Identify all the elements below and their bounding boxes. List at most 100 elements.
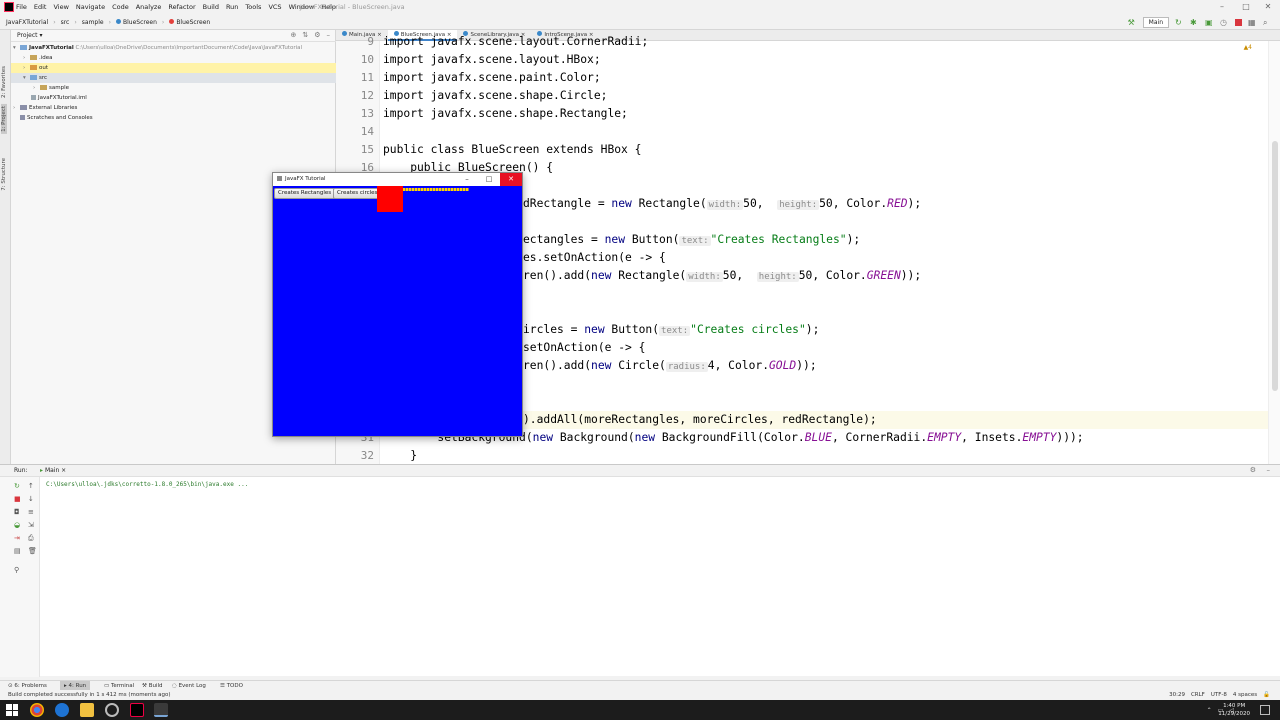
rerun-icon[interactable]: ↻	[1175, 18, 1184, 27]
menu-code[interactable]: Code	[112, 0, 129, 14]
debug-icon[interactable]: ✱	[1190, 18, 1199, 27]
tree-item-out[interactable]: › out	[11, 63, 336, 73]
exit-icon[interactable]: ⇥	[14, 535, 22, 542]
breadcrumb-class-file[interactable]: BlueScreen	[116, 18, 157, 26]
run-tab-main[interactable]: ▸ Main ×	[36, 466, 70, 476]
search-icon[interactable]: ⌕	[1263, 18, 1272, 27]
editor-scrollbar[interactable]	[1268, 41, 1280, 464]
chrome-icon[interactable]	[30, 703, 44, 717]
window-title: JavaFXTutorial - BlueScreen.java	[300, 3, 405, 11]
settings-icon[interactable]: ⚙	[314, 31, 320, 39]
menu-run[interactable]: Run	[226, 0, 238, 14]
file-encoding[interactable]: UTF-8	[1211, 690, 1227, 700]
menu-view[interactable]: View	[53, 0, 68, 14]
notifications-icon[interactable]	[1260, 705, 1270, 715]
project-tab[interactable]: 1: Project	[1, 104, 7, 134]
project-structure-icon[interactable]: ▦	[1248, 18, 1257, 27]
lock-icon[interactable]: 🔓	[1263, 690, 1270, 700]
pin-icon[interactable]: ⚲	[14, 567, 22, 574]
tree-item-project-root[interactable]: ▾ JavaFXTutorial C:\Users\ulloa\OneDrive\…	[13, 43, 302, 53]
arrow-down-icon[interactable]: ↓	[28, 496, 36, 503]
creates-circles-button[interactable]: Creates circles	[333, 188, 382, 199]
fx-close-icon[interactable]: ✕	[500, 173, 522, 186]
breadcrumb-src[interactable]: src	[61, 19, 70, 26]
collapse-all-icon[interactable]: ⇅	[302, 31, 308, 39]
arrow-up-icon[interactable]: ↑	[28, 483, 36, 490]
soft-wrap-icon[interactable]: ≡	[28, 509, 36, 516]
tree-item-sample[interactable]: › sample	[33, 83, 69, 93]
favorites-tab[interactable]: 2: Favorites	[1, 66, 7, 98]
hide-icon[interactable]: –	[1267, 466, 1271, 474]
breadcrumb-project[interactable]: JavaFXTutorial	[6, 19, 48, 26]
maximize-icon[interactable]: □	[1234, 0, 1258, 14]
breadcrumb-method-label: BlueScreen	[176, 18, 211, 26]
caret-position[interactable]: 30:29	[1169, 690, 1185, 700]
layout-icon[interactable]: ▤	[14, 548, 22, 555]
tree-item-src[interactable]: ▾ src	[11, 73, 336, 83]
stop-icon[interactable]	[1235, 18, 1242, 26]
file-explorer-icon[interactable]	[80, 703, 94, 717]
system-clock[interactable]: 1:40 PM 11/29/2020	[1218, 702, 1250, 718]
tree-item-label: out	[39, 65, 49, 71]
chevron-up-icon[interactable]: ⌃	[1207, 707, 1212, 714]
java-app-taskbar-icon[interactable]	[154, 703, 168, 717]
javafx-app-window[interactable]: JavaFX Tutorial – □ ✕ Creates Rectangles…	[272, 172, 523, 437]
code-token: )));	[1056, 431, 1084, 444]
indent-setting[interactable]: 4 spaces	[1233, 690, 1257, 700]
menu-edit[interactable]: Edit	[34, 0, 47, 14]
javafx-title-bar[interactable]: JavaFX Tutorial – □ ✕	[273, 173, 522, 186]
chevron-right-icon: ›	[13, 105, 16, 111]
tree-item-external-libraries[interactable]: › External Libraries	[13, 103, 77, 113]
tree-item-iml[interactable]: JavaFXTutorial.iml	[31, 93, 87, 103]
menu-vcs[interactable]: VCS	[268, 0, 281, 14]
tab-main-java[interactable]: Main.java ×	[336, 30, 388, 41]
code-keyword: new	[611, 197, 632, 210]
code-line-30: ).addAll(moreRectangles, moreCircles, re…	[523, 413, 877, 426]
tree-item-label: src	[39, 75, 48, 81]
run-panel-toolbar: ↻ ↑ ■ ↓ ◘ ≡ ◒ ⇲ ⇥ ⎙ ▤ 🗑 ⚲	[0, 477, 40, 677]
code-line-22: ren().add(new Rectangle(width: 50, height…	[523, 269, 921, 282]
settings-icon[interactable]: ⚙	[1250, 466, 1256, 474]
obs-icon[interactable]	[105, 703, 119, 717]
menu-navigate[interactable]: Navigate	[76, 0, 105, 14]
windows-start-icon[interactable]	[6, 704, 18, 716]
run-panel: Run: ▸ Main × ⚙ – ↻ ↑ ■ ↓ ◘ ≡ ◒ ⇲ ⇥ ⎙ ▤ …	[0, 464, 1280, 677]
chevron-right-icon: ›	[108, 18, 111, 26]
line-separator[interactable]: CRLF	[1191, 690, 1205, 700]
minimize-icon[interactable]: –	[1210, 0, 1234, 14]
camera-icon[interactable]: ◘	[14, 509, 22, 516]
tree-item-idea[interactable]: › .idea	[23, 53, 53, 63]
scroll-to-end-icon[interactable]: ⇲	[28, 522, 36, 529]
locate-icon[interactable]: ⊕	[290, 31, 296, 39]
menu-file[interactable]: File	[16, 0, 27, 14]
edge-icon[interactable]	[55, 703, 69, 717]
breadcrumb-sample[interactable]: sample	[82, 19, 104, 26]
run-configuration-select[interactable]: Main	[1142, 16, 1169, 28]
code-constant: RED	[887, 197, 908, 210]
menu-analyze[interactable]: Analyze	[136, 0, 162, 14]
intellij-taskbar-icon[interactable]	[130, 703, 144, 717]
restore-layout-icon[interactable]: ◒	[14, 522, 22, 529]
scrollbar-thumb[interactable]	[1272, 141, 1278, 391]
tree-item-scratches[interactable]: Scratches and Consoles	[20, 113, 93, 123]
structure-tab[interactable]: 7: Structure	[1, 158, 7, 191]
stop-icon[interactable]: ■	[14, 496, 22, 503]
menu-tools[interactable]: Tools	[245, 0, 261, 14]
menu-build[interactable]: Build	[203, 0, 219, 14]
warnings-indicator[interactable]: ▲4	[1244, 44, 1252, 51]
code-line-20: ectangles = new Button(text: "Creates Rec…	[523, 233, 860, 246]
creates-rectangles-button[interactable]: Creates Rectangles	[274, 188, 336, 199]
coverage-icon[interactable]: ▣	[1205, 18, 1214, 27]
breadcrumb-method[interactable]: BlueScreen	[169, 18, 211, 26]
build-hammer-icon[interactable]: ⚒	[1128, 18, 1137, 27]
print-icon[interactable]: ⎙	[28, 535, 36, 542]
rerun-icon[interactable]: ↻	[14, 483, 22, 490]
menu-refactor[interactable]: Refactor	[168, 0, 195, 14]
trash-icon[interactable]: 🗑	[28, 548, 37, 555]
hide-icon[interactable]: –	[327, 31, 331, 39]
project-view-select[interactable]: Project ▾	[17, 32, 42, 39]
fx-minimize-icon[interactable]: –	[456, 173, 478, 186]
fx-maximize-icon[interactable]: □	[478, 173, 500, 186]
close-icon[interactable]: ✕	[1256, 0, 1280, 14]
profile-icon[interactable]: ◷	[1220, 18, 1229, 27]
